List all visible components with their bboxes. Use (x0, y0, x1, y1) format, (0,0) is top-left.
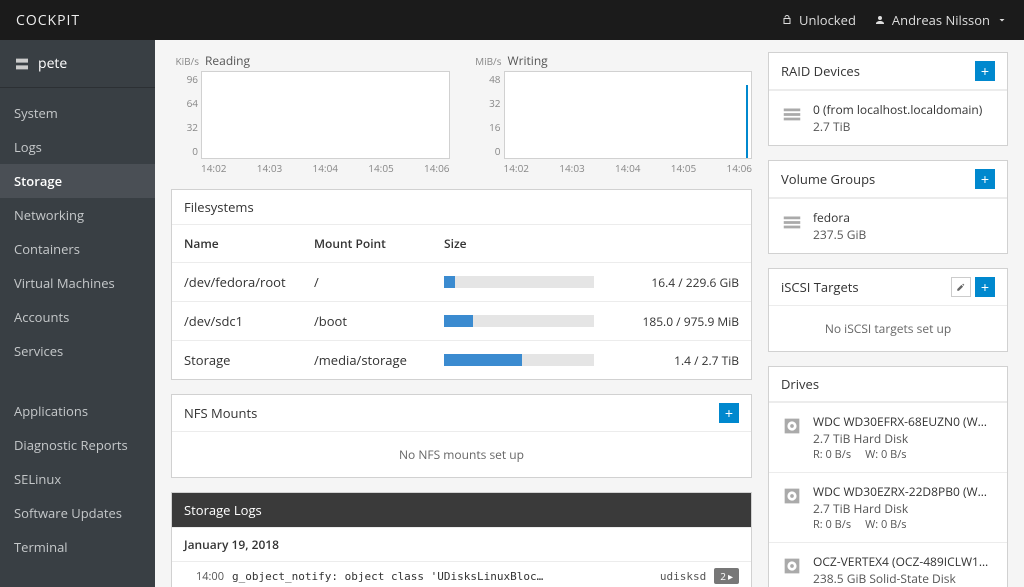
iscsi-edit-button[interactable] (951, 277, 971, 297)
nav-applications[interactable]: Applications (0, 394, 155, 428)
chart-reading: KiB/s Reading 96 64 32 0 (171, 52, 450, 175)
nav-diagnostics[interactable]: Diagnostic Reports (0, 428, 155, 462)
user-menu[interactable]: Andreas Nilsson (874, 11, 1008, 29)
nav-terminal[interactable]: Terminal (0, 530, 155, 564)
nav-vms[interactable]: Virtual Machines (0, 266, 155, 300)
hdd-icon (781, 415, 803, 437)
fs-col-name: Name (184, 235, 314, 252)
iscsi-title: iSCSI Targets (781, 278, 859, 296)
drives-title: Drives (781, 375, 819, 393)
server-icon (14, 56, 30, 72)
nfs-empty: No NFS mounts set up (172, 432, 751, 477)
fs-row[interactable]: /dev/sdc1 /boot 185.0 / 975.9 MiB (172, 302, 751, 341)
storage-icon (781, 103, 803, 125)
user-icon (874, 14, 886, 26)
filesystems-panel: Filesystems Name Mount Point Size /dev/f… (171, 189, 752, 380)
logs-date: January 19, 2018 (172, 528, 751, 562)
nfs-add-button[interactable]: + (719, 403, 739, 423)
filesystems-title: Filesystems (184, 198, 254, 216)
nav-networking[interactable]: Networking (0, 198, 155, 232)
nav-accounts[interactable]: Accounts (0, 300, 155, 334)
vg-panel: Volume Groups + fedora 237.5 GiB (768, 160, 1008, 254)
iscsi-panel: iSCSI Targets + No iSCSI targets set up (768, 268, 1008, 352)
raid-add-button[interactable]: + (975, 61, 995, 81)
chart-reading-label: Reading (205, 52, 250, 69)
nfs-title: NFS Mounts (184, 404, 257, 422)
fs-row[interactable]: /dev/fedora/root / 16.4 / 229.6 GiB (172, 263, 751, 302)
nav-updates[interactable]: Software Updates (0, 496, 155, 530)
lock-status[interactable]: Unlocked (781, 11, 856, 29)
chart-writing: MiB/s Writing 48 32 16 0 (474, 52, 753, 175)
drives-panel: Drives WDC WD30EFRX-68EUZN0 (WD… 2.7 TiB… (768, 366, 1008, 587)
drive-row[interactable]: WDC WD30EFRX-68EUZN0 (WD… 2.7 TiB Hard D… (769, 402, 1007, 472)
vg-add-button[interactable]: + (975, 169, 995, 189)
fs-row[interactable]: Storage /media/storage 1.4 / 2.7 TiB (172, 341, 751, 379)
nav-containers[interactable]: Containers (0, 232, 155, 266)
log-count-badge: 2▸ (714, 568, 739, 584)
nav-services[interactable]: Services (0, 334, 155, 368)
iscsi-add-button[interactable]: + (975, 277, 995, 297)
hdd-icon (781, 485, 803, 507)
host-selector[interactable]: pete (0, 40, 155, 88)
pencil-icon (956, 282, 966, 292)
nav-storage[interactable]: Storage (0, 164, 155, 198)
chart-writing-label: Writing (508, 52, 548, 69)
log-row[interactable]: 14:00 g_object_notify: object class 'UDi… (172, 562, 751, 587)
unlock-icon (781, 14, 793, 26)
fs-col-mount: Mount Point (314, 235, 444, 252)
chart-reading-unit: KiB/s (171, 54, 199, 68)
nav-primary: System Logs Storage Networking Container… (0, 88, 155, 376)
brand: COCKPIT (16, 11, 80, 30)
nfs-panel: NFS Mounts + No NFS mounts set up (171, 394, 752, 478)
nav-system[interactable]: System (0, 96, 155, 130)
raid-device-row[interactable]: 0 (from localhost.localdomain) 2.7 TiB (769, 90, 1007, 145)
logs-title: Storage Logs (184, 501, 262, 519)
nav-logs[interactable]: Logs (0, 130, 155, 164)
topbar: COCKPIT Unlocked Andreas Nilsson (0, 0, 1024, 40)
drive-row[interactable]: OCZ-VERTEX4 (OCZ-489ICLW11… 238.5 GiB So… (769, 542, 1007, 587)
vg-row[interactable]: fedora 237.5 GiB (769, 198, 1007, 253)
raid-title: RAID Devices (781, 62, 860, 80)
iscsi-empty: No iSCSI targets set up (769, 306, 1007, 351)
nav-secondary: Applications Diagnostic Reports SELinux … (0, 386, 155, 572)
raid-panel: RAID Devices + 0 (from localhost.localdo… (768, 52, 1008, 146)
sidebar: pete System Logs Storage Networking Cont… (0, 40, 155, 587)
logs-panel: Storage Logs January 19, 2018 14:00 g_ob… (171, 492, 752, 587)
storage-icon (781, 211, 803, 233)
vg-title: Volume Groups (781, 170, 875, 188)
drive-row[interactable]: WDC WD30EZRX-22D8PB0 (WD… 2.7 TiB Hard D… (769, 472, 1007, 542)
chevron-down-icon (996, 14, 1008, 26)
chart-writing-unit: MiB/s (474, 54, 502, 68)
hdd-icon (781, 555, 803, 577)
fs-col-size: Size (444, 235, 739, 252)
nav-selinux[interactable]: SELinux (0, 462, 155, 496)
